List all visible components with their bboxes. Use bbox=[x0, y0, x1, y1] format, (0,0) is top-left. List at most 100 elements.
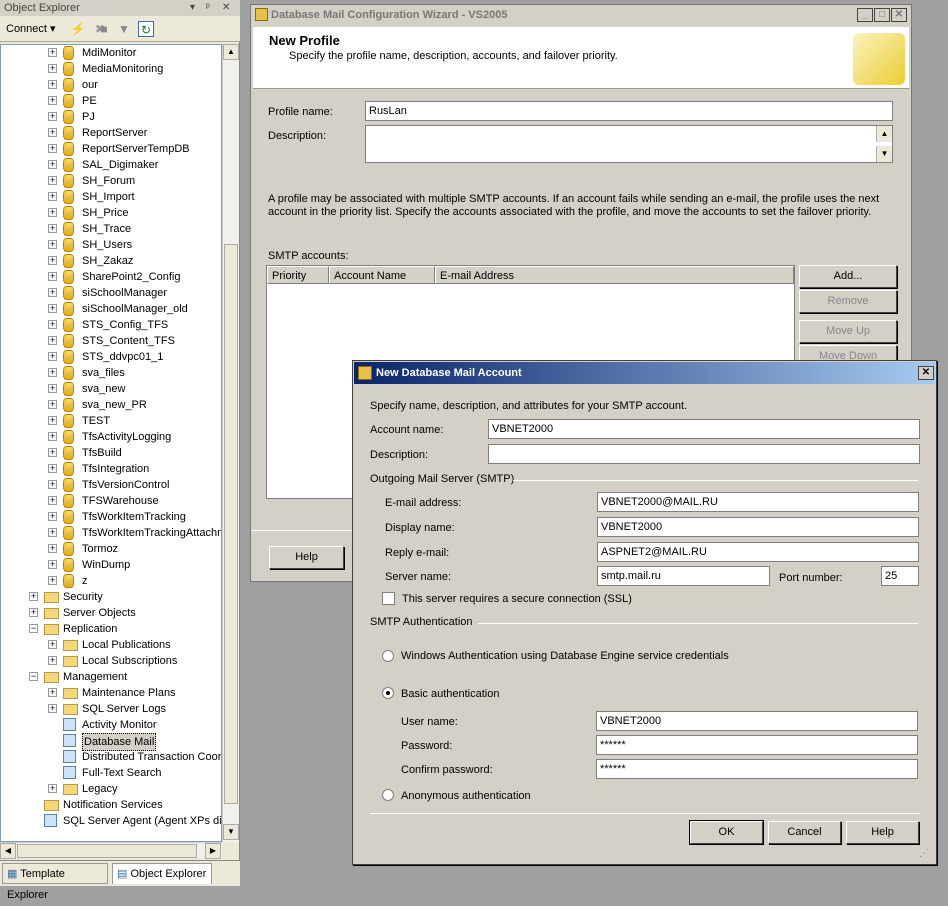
ok-button[interactable]: OK bbox=[690, 821, 763, 844]
tree-item[interactable]: + SH_Import bbox=[1, 189, 221, 205]
stop-icon[interactable]: ■ bbox=[96, 21, 112, 37]
expand-icon[interactable]: + bbox=[48, 640, 57, 649]
expand-icon[interactable]: + bbox=[48, 256, 57, 265]
tree-item[interactable]: + sva_files bbox=[1, 365, 221, 381]
tree-item[interactable]: + siSchoolManager_old bbox=[1, 301, 221, 317]
expand-icon[interactable]: + bbox=[48, 560, 57, 569]
tree-item[interactable]: + TfsVersionControl bbox=[1, 477, 221, 493]
remove-account-button[interactable]: Remove bbox=[799, 290, 897, 313]
expand-icon[interactable]: + bbox=[48, 432, 57, 441]
tree-item[interactable]: + STS_Config_TFS bbox=[1, 317, 221, 333]
column-header-priority[interactable]: Priority bbox=[267, 266, 329, 284]
tree-item[interactable]: + STS_Content_TFS bbox=[1, 333, 221, 349]
scroll-right-icon[interactable]: ▶ bbox=[205, 843, 221, 859]
filter-icon[interactable]: ▼ bbox=[116, 21, 132, 37]
expand-icon[interactable]: + bbox=[48, 544, 57, 553]
expand-icon[interactable]: + bbox=[48, 512, 57, 521]
tree-item[interactable]: + SH_Zakaz bbox=[1, 253, 221, 269]
reply-email-input[interactable]: ASPNET2@MAIL.RU bbox=[597, 542, 919, 562]
tree-item[interactable]: + our bbox=[1, 77, 221, 93]
anonymous-auth-radio[interactable] bbox=[382, 789, 394, 801]
expand-icon[interactable]: + bbox=[48, 416, 57, 425]
tree-item[interactable]: Notification Services bbox=[1, 797, 221, 813]
tree-item[interactable]: + Local Publications bbox=[1, 637, 221, 653]
user-name-input[interactable]: VBNET2000 bbox=[596, 711, 918, 731]
expand-icon[interactable]: + bbox=[48, 240, 57, 249]
hscroll-thumb[interactable] bbox=[17, 844, 197, 858]
server-name-input[interactable]: smtp.mail.ru bbox=[597, 566, 770, 586]
scroll-left-icon[interactable]: ◀ bbox=[0, 843, 16, 859]
expand-icon[interactable]: + bbox=[48, 368, 57, 377]
tree-item[interactable]: + TEST bbox=[1, 413, 221, 429]
expand-icon[interactable]: + bbox=[48, 400, 57, 409]
account-description-input[interactable] bbox=[488, 444, 920, 464]
expand-icon[interactable]: + bbox=[48, 80, 57, 89]
tree-item[interactable]: + SQL Server Logs bbox=[1, 701, 221, 717]
expand-icon[interactable]: + bbox=[48, 160, 57, 169]
tree-item[interactable]: + SharePoint2_Config bbox=[1, 269, 221, 285]
tree-item[interactable]: + SH_Users bbox=[1, 237, 221, 253]
port-number-input[interactable]: 25 bbox=[881, 566, 919, 586]
expand-icon[interactable]: + bbox=[48, 48, 57, 57]
tree-item[interactable]: + PE bbox=[1, 93, 221, 109]
tree-item[interactable]: + Local Subscriptions bbox=[1, 653, 221, 669]
expand-icon[interactable]: + bbox=[48, 656, 57, 665]
expand-icon[interactable]: + bbox=[48, 384, 57, 393]
tree-item[interactable]: + MediaMonitoring bbox=[1, 61, 221, 77]
tree-item[interactable]: + TfsIntegration bbox=[1, 461, 221, 477]
expand-icon[interactable]: + bbox=[48, 704, 57, 713]
pin-icon[interactable]: ᵖ bbox=[206, 0, 210, 16]
expand-icon[interactable]: + bbox=[48, 128, 57, 137]
expand-icon[interactable]: + bbox=[48, 320, 57, 329]
profile-name-input[interactable]: RusLan bbox=[365, 101, 893, 121]
expand-icon[interactable]: + bbox=[48, 336, 57, 345]
tree-vertical-scrollbar[interactable]: ▲ ▼ bbox=[222, 44, 239, 842]
tab-template-explorer[interactable]: ▦ Template Explorer bbox=[2, 863, 108, 901]
email-address-input[interactable]: VBNET2000@MAIL.RU bbox=[597, 492, 919, 512]
resize-grip-icon[interactable]: ⋰ bbox=[919, 848, 933, 862]
close-icon[interactable]: ✕ bbox=[222, 0, 230, 16]
expand-icon[interactable]: + bbox=[48, 528, 57, 537]
tree-item[interactable]: + SH_Trace bbox=[1, 221, 221, 237]
tree-item[interactable]: + Maintenance Plans bbox=[1, 685, 221, 701]
column-header-account-name[interactable]: Account Name bbox=[329, 266, 435, 284]
basic-auth-radio[interactable] bbox=[382, 687, 394, 699]
tree-item[interactable]: + ReportServerTempDB bbox=[1, 141, 221, 157]
password-input[interactable]: ****** bbox=[596, 735, 918, 755]
expand-icon[interactable]: + bbox=[48, 784, 57, 793]
dropdown-icon[interactable]: ▾ bbox=[190, 0, 195, 16]
expand-icon[interactable]: + bbox=[48, 480, 57, 489]
add-account-button[interactable]: Add... bbox=[799, 265, 897, 288]
tree-item[interactable]: + TfsBuild bbox=[1, 445, 221, 461]
tree-item[interactable]: + MdiMonitor bbox=[1, 45, 221, 61]
dialog-help-button[interactable]: Help bbox=[846, 821, 919, 844]
tree-item[interactable]: + SH_Forum bbox=[1, 173, 221, 189]
tree-item[interactable]: + PJ bbox=[1, 109, 221, 125]
minimize-icon[interactable]: _ bbox=[857, 8, 873, 22]
expand-icon[interactable]: + bbox=[48, 64, 57, 73]
cancel-button[interactable]: Cancel bbox=[768, 821, 841, 844]
expand-icon[interactable]: + bbox=[48, 224, 57, 233]
column-header-email-address[interactable]: E-mail Address bbox=[435, 266, 794, 284]
tree-item[interactable]: Activity Monitor bbox=[1, 717, 221, 733]
tree-item[interactable]: + ReportServer bbox=[1, 125, 221, 141]
tree-item[interactable]: + TfsWorkItemTrackingAttachn bbox=[1, 525, 221, 541]
expand-icon[interactable]: + bbox=[48, 208, 57, 217]
move-up-button[interactable]: Move Up bbox=[799, 320, 897, 343]
tree-item[interactable]: + Tormoz bbox=[1, 541, 221, 557]
expand-icon[interactable]: + bbox=[48, 576, 57, 585]
tree-item[interactable]: + sva_new bbox=[1, 381, 221, 397]
expand-icon[interactable]: + bbox=[48, 304, 57, 313]
profile-description-input[interactable]: ▲ ▼ bbox=[365, 125, 893, 163]
tree-item[interactable]: + TFSWarehouse bbox=[1, 493, 221, 509]
ssl-checkbox[interactable] bbox=[382, 592, 395, 605]
tree-item[interactable]: Distributed Transaction Coor bbox=[1, 749, 221, 765]
expand-icon[interactable]: + bbox=[48, 448, 57, 457]
tree-item[interactable]: + TfsWorkItemTracking bbox=[1, 509, 221, 525]
expand-icon[interactable]: + bbox=[48, 496, 57, 505]
tree-item[interactable]: − Management bbox=[1, 669, 221, 685]
expand-icon[interactable]: + bbox=[48, 112, 57, 121]
expand-icon[interactable]: + bbox=[48, 688, 57, 697]
expand-icon[interactable]: + bbox=[48, 272, 57, 281]
tree-item[interactable]: − Replication bbox=[1, 621, 221, 637]
